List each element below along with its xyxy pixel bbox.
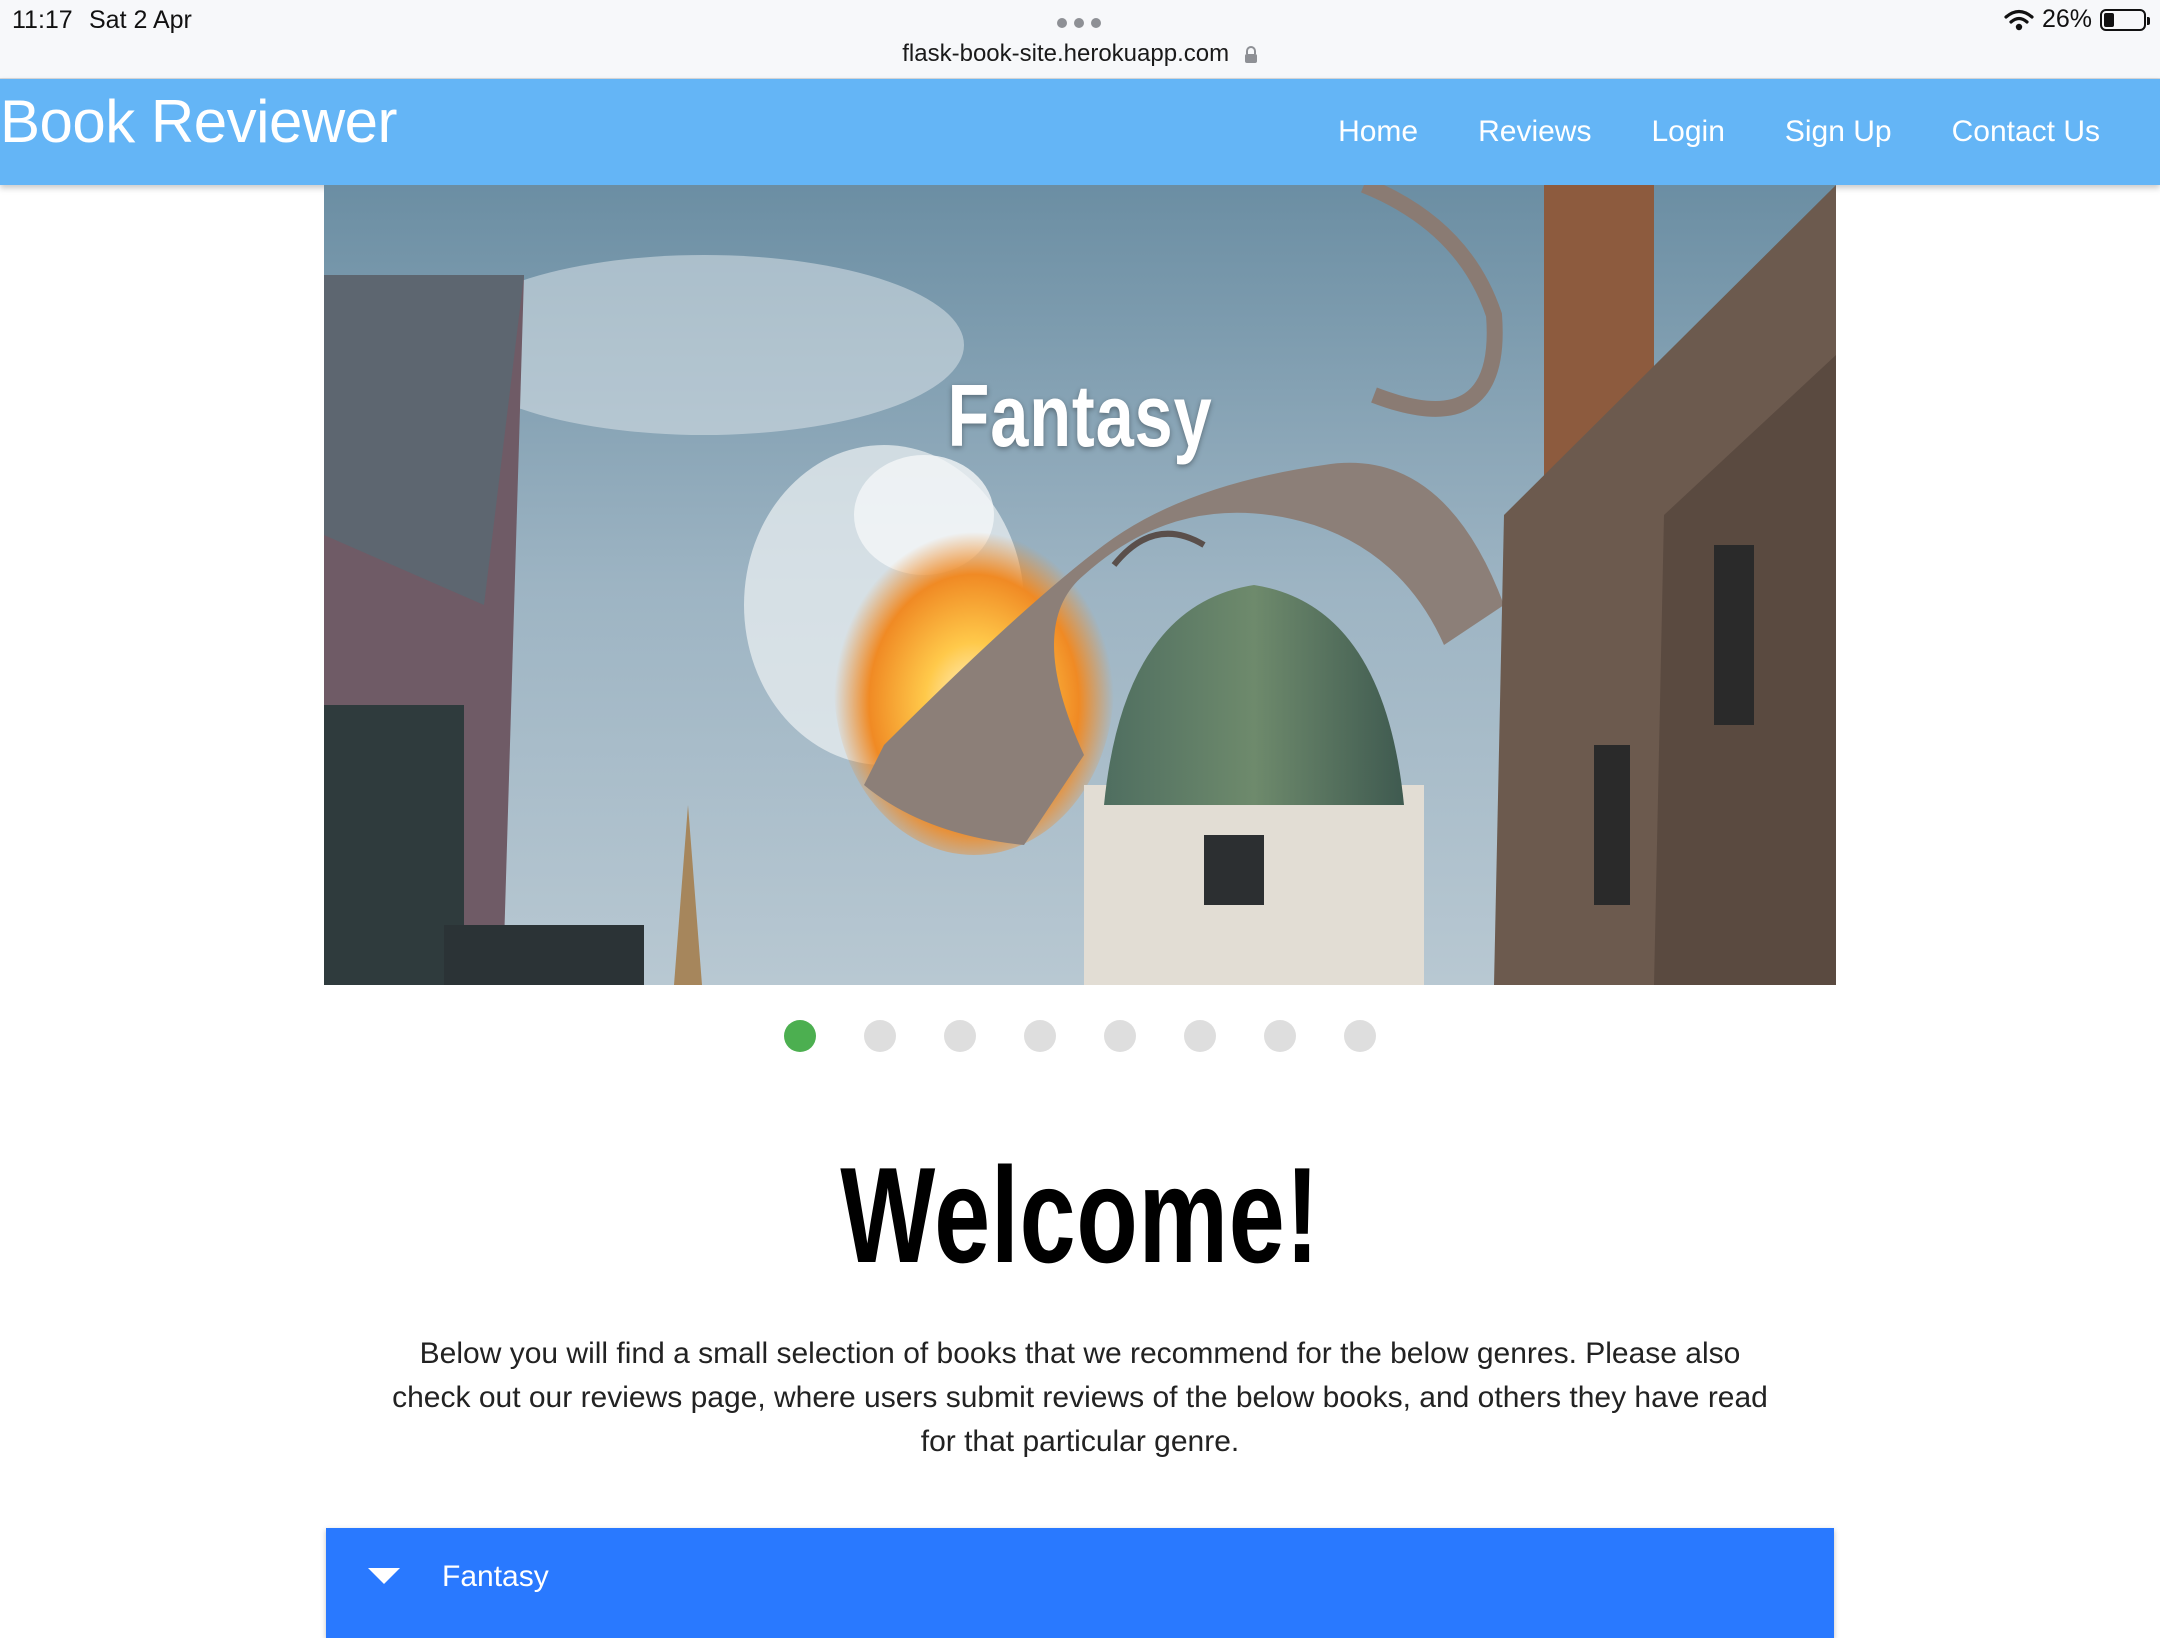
navbar: Book Reviewer Home Reviews Login Sign Up…	[0, 79, 2160, 185]
nav-login[interactable]: Login	[1621, 115, 1754, 149]
lock-icon	[1244, 45, 1257, 63]
carousel-indicator-dot[interactable]	[1104, 1020, 1136, 1052]
collapsible-label: Fantasy	[442, 1560, 549, 1593]
nav-sign-up[interactable]: Sign Up	[1755, 115, 1922, 149]
fantasy-dragon-image	[324, 185, 1836, 985]
carousel-indicator-dot[interactable]	[1344, 1020, 1376, 1052]
carousel-indicators	[0, 1020, 2160, 1052]
status-time: 11:17	[12, 6, 73, 34]
welcome-intro-text: Below you will find a small selection of…	[392, 1337, 1768, 1458]
browser-status-bar: 11:17 Sat 2 Apr flask-book-site.herokuap…	[0, 0, 2160, 79]
address-bar[interactable]: flask-book-site.herokuapp.com	[0, 40, 2160, 68]
carousel-indicator-dot[interactable]	[784, 1020, 816, 1052]
carousel-indicator-dot[interactable]	[864, 1020, 896, 1052]
battery-level	[2104, 12, 2114, 27]
brand-logo[interactable]: Book Reviewer	[0, 87, 398, 156]
nav-contact-us[interactable]: Contact Us	[1922, 115, 2130, 149]
nav-links: Home Reviews Login Sign Up Contact Us	[1308, 79, 2130, 185]
carousel-indicator-dot[interactable]	[1024, 1020, 1056, 1052]
carousel-indicator-dot[interactable]	[1184, 1020, 1216, 1052]
more-dots-icon[interactable]	[1057, 18, 1101, 28]
carousel-indicator-dot[interactable]	[944, 1020, 976, 1052]
carousel-slide[interactable]: Fantasy	[324, 185, 1836, 985]
genre-collapsible-header[interactable]: Fantasy	[326, 1528, 1834, 1638]
arrow-drop-down-icon	[368, 1568, 400, 1584]
status-date: Sat 2 Apr	[89, 6, 192, 34]
welcome-section: Welcome!	[0, 1140, 2160, 1290]
nav-home[interactable]: Home	[1308, 115, 1448, 149]
welcome-heading: Welcome!	[840, 1139, 1320, 1291]
battery-icon	[2100, 8, 2150, 31]
wifi-icon	[2004, 9, 2034, 30]
carousel-caption: Fantasy	[947, 366, 1213, 465]
url-text: flask-book-site.herokuapp.com	[902, 40, 1230, 67]
battery-percent: 26%	[2041, 5, 2092, 33]
nav-reviews[interactable]: Reviews	[1448, 115, 1621, 149]
carousel-indicator-dot[interactable]	[1264, 1020, 1296, 1052]
